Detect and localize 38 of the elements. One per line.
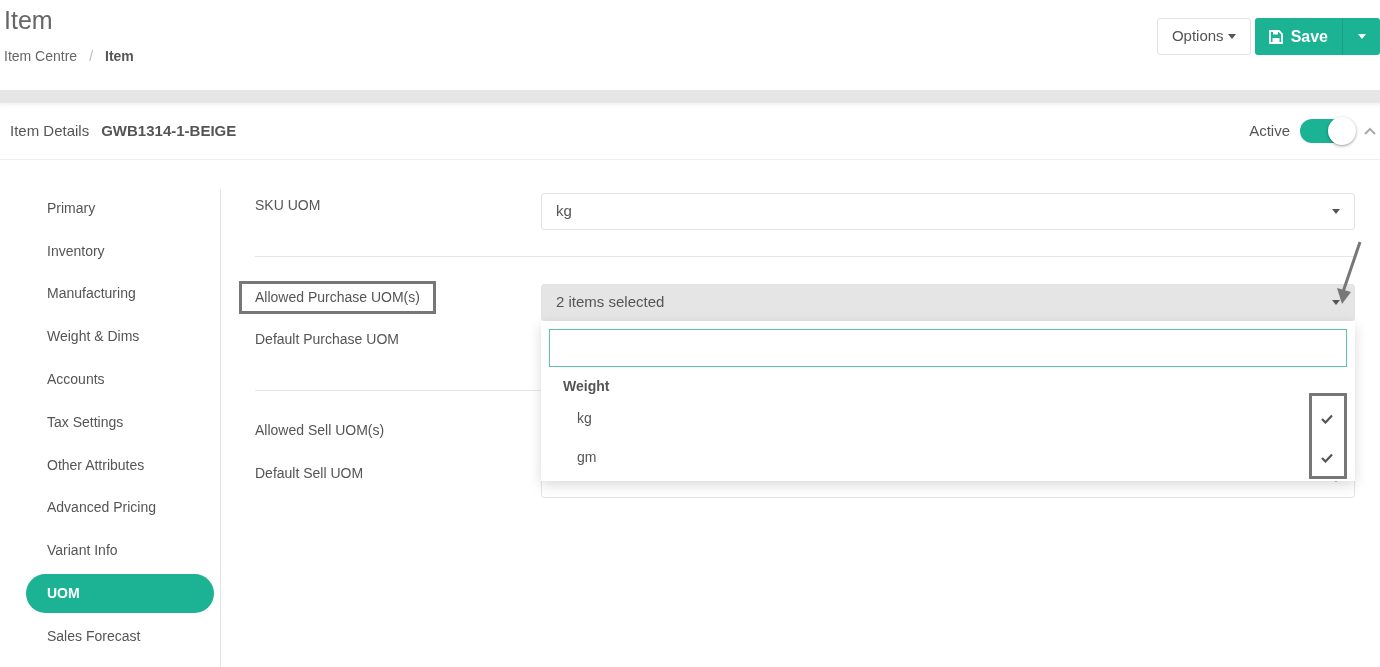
field-label: Allowed Purchase UOM(s) [239, 281, 436, 314]
check-icon [1321, 413, 1333, 424]
sidebar-item[interactable]: Weight & Dims [26, 317, 214, 357]
select-field[interactable]: 2 items selected [541, 284, 1355, 321]
caret-icon [1227, 34, 1236, 39]
sidebar-item[interactable]: Sales Forecast [26, 616, 214, 656]
sidebar-item[interactable]: Variant Info [26, 531, 214, 571]
section-label: Item Details [10, 120, 90, 141]
option-group-label: Weight [562, 377, 611, 396]
sidebar-item[interactable]: Advanced Pricing [26, 488, 214, 528]
options-button[interactable]: Options [1156, 18, 1251, 55]
field-label: Default Purchase UOM [255, 330, 399, 349]
dropdown-option[interactable]: kg [541, 399, 1355, 438]
sidebar-item[interactable]: Accounts [26, 360, 214, 399]
sidebar-item[interactable]: Manufacturing [26, 274, 214, 314]
sidebar-item[interactable]: Inventory [26, 231, 214, 271]
caret-icon [1357, 34, 1366, 39]
breadcrumb-link[interactable]: Item [105, 46, 134, 67]
toggle-label: Active [1249, 120, 1290, 141]
caret-icon [1332, 300, 1340, 305]
save-menu-button[interactable] [1342, 18, 1380, 55]
search-field[interactable] [549, 329, 1347, 367]
dropdown-option[interactable]: gm [541, 438, 1355, 477]
breadcrumb-link[interactable]: Item Centre [4, 46, 78, 67]
check-icon [1321, 452, 1333, 463]
sidebar-item[interactable]: Tax Settings [26, 403, 214, 442]
active-toggle[interactable] [1300, 119, 1354, 143]
field-label: Allowed Sell UOM(s) [255, 421, 385, 440]
chevron-up-icon [1364, 127, 1376, 135]
sidebar-item[interactable]: Primary [26, 189, 214, 228]
item-code: GWB1314-1-BEIGE [101, 120, 237, 141]
select-field[interactable]: kg [541, 193, 1355, 230]
field-label: Default Sell UOM [255, 464, 364, 483]
field-label: SKU UOM [255, 196, 321, 215]
sidebar-item[interactable]: Other Attributes [26, 445, 214, 485]
page-title: Item [4, 5, 53, 36]
breadcrumb-separator: / [89, 47, 94, 66]
caret-icon [1332, 209, 1340, 214]
